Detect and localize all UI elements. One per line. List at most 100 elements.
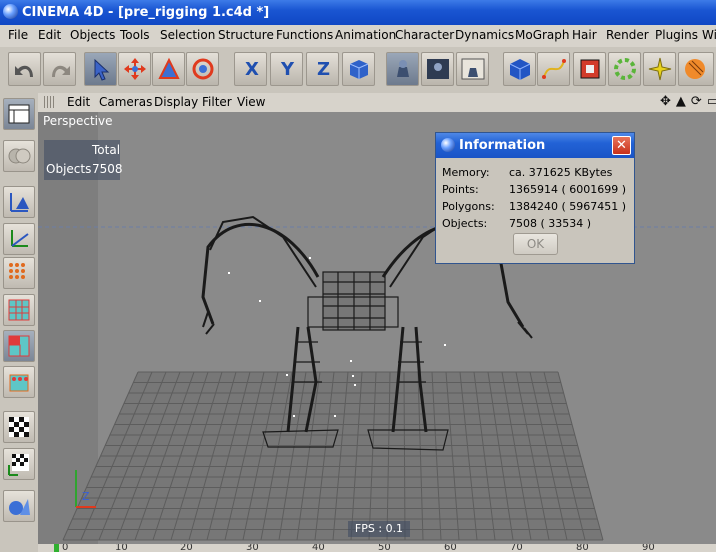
menu-plugins[interactable]: Plugins — [655, 28, 698, 42]
array-button[interactable] — [608, 52, 641, 86]
move-icon — [124, 58, 146, 80]
timeline-playhead[interactable] — [54, 544, 59, 552]
pointer-icon — [94, 58, 110, 81]
nurbs-icon — [580, 59, 600, 79]
information-dialog: Information ✕ Memory: ca. 371625 KBytes … — [435, 132, 635, 264]
texture-icon — [9, 374, 29, 392]
use-model-tool-button[interactable] — [3, 140, 35, 172]
move-tool-button[interactable] — [118, 52, 151, 86]
viewport-menubar: Edit Cameras Display Filter View ✥▲⟳▭ — [38, 93, 716, 113]
menu-selection[interactable]: Selection — [160, 28, 215, 42]
tick-90: 90 — [642, 544, 655, 552]
scene-objects-button[interactable] — [678, 52, 714, 86]
axis-y-label: Y — [281, 59, 295, 80]
undo-icon — [15, 65, 33, 77]
array-icon — [614, 58, 636, 80]
use-edges-tool-button[interactable] — [3, 294, 35, 326]
render-settings-button[interactable] — [456, 52, 489, 86]
layout-button[interactable] — [3, 98, 35, 130]
menu-animation[interactable]: Animation — [335, 28, 396, 42]
menu-file[interactable]: File — [8, 28, 28, 42]
checker-axis-icon — [8, 454, 29, 476]
menu-objects[interactable]: Objects — [70, 28, 115, 42]
svg-text:Z: Z — [82, 490, 90, 503]
floor-grid — [62, 371, 604, 541]
coordinate-system-button[interactable] — [342, 52, 375, 86]
menu-edit[interactable]: Edit — [38, 28, 61, 42]
spline-pen-button[interactable] — [537, 52, 570, 86]
deformer-button[interactable] — [643, 52, 676, 86]
dialog-titlebar[interactable]: Information ✕ — [436, 133, 634, 158]
use-polygons-tool-button[interactable] — [3, 330, 35, 362]
weight-tool-button[interactable] — [3, 490, 35, 522]
tick-70: 70 — [510, 544, 523, 552]
use-object-axis-tool-button[interactable] — [3, 223, 35, 255]
lock-x-axis-button[interactable]: X — [234, 52, 267, 86]
objects-value: 7508 ( 33534 ) — [509, 217, 592, 230]
menu-tools[interactable]: Tools — [120, 28, 150, 42]
clapper-icon — [397, 60, 409, 77]
toolbar-grip[interactable] — [44, 96, 54, 108]
tick-60: 60 — [444, 544, 457, 552]
edges-icon — [8, 299, 30, 321]
lock-z-axis-button[interactable]: Z — [306, 52, 339, 86]
menu-window[interactable]: Wi — [702, 28, 716, 42]
rotate-view-icon[interactable]: ⟳ — [691, 94, 707, 109]
points-icon — [9, 263, 25, 279]
object-axis-icon — [10, 193, 29, 212]
rotate-tool-button[interactable] — [186, 52, 219, 86]
menu-structure[interactable]: Structure — [218, 28, 274, 42]
ok-button[interactable]: OK — [513, 233, 558, 255]
polygons-value: 1384240 ( 5967451 ) — [509, 200, 627, 213]
vp-menu-cameras[interactable]: Cameras — [99, 95, 152, 109]
picture-viewer-icon — [427, 59, 449, 79]
menu-functions[interactable]: Functions — [276, 28, 333, 42]
menu-character[interactable]: Character — [395, 28, 454, 42]
points-value: 1365914 ( 6001699 ) — [509, 183, 627, 196]
tick-20: 20 — [180, 544, 193, 552]
info-icon — [441, 138, 455, 152]
menu-mograph[interactable]: MoGraph — [515, 28, 570, 42]
nurbs-button[interactable] — [573, 52, 606, 86]
close-button[interactable]: ✕ — [612, 136, 631, 155]
menu-hair[interactable]: Hair — [572, 28, 597, 42]
scale-tool-button[interactable] — [152, 52, 185, 86]
object-texture-axis-button[interactable] — [3, 448, 35, 480]
render-view-button[interactable] — [386, 52, 419, 86]
stats-objects-label: Objects — [46, 162, 92, 176]
redo-button[interactable] — [43, 52, 76, 86]
dialog-title: Information — [459, 138, 546, 153]
left-toolbar — [0, 93, 39, 552]
window-title: CINEMA 4D - [pre_rigging 1.c4d *] — [22, 5, 270, 20]
timeline-ruler[interactable]: 0 10 20 30 40 50 60 70 80 90 — [38, 544, 716, 552]
vp-menu-display[interactable]: Display — [154, 95, 198, 109]
render-picture-viewer-button[interactable] — [421, 52, 454, 86]
use-object-tool-button[interactable] — [3, 186, 35, 218]
menu-render[interactable]: Render — [606, 28, 649, 42]
texture-tool-button[interactable] — [3, 366, 35, 398]
memory-label: Memory: — [442, 166, 490, 179]
scale-icon — [158, 57, 180, 79]
undo-button[interactable] — [8, 52, 41, 86]
use-points-tool-button[interactable] — [3, 257, 35, 289]
polygons-label: Polygons: — [442, 200, 495, 213]
sky-icon — [685, 59, 705, 79]
move-view-icon[interactable]: ✥ — [660, 94, 676, 109]
window-titlebar: CINEMA 4D - [pre_rigging 1.c4d *] — [0, 0, 716, 25]
tick-80: 80 — [576, 544, 589, 552]
vp-menu-view[interactable]: View — [237, 95, 265, 109]
cinema4d-app-icon — [3, 4, 18, 19]
select-tool-button[interactable] — [84, 52, 117, 86]
texture-axis-button[interactable] — [3, 411, 35, 443]
vp-menu-filter[interactable]: Filter — [202, 95, 232, 109]
main-menubar: File Edit Objects Tools Selection Struct… — [0, 25, 716, 48]
menu-dynamics[interactable]: Dynamics — [455, 28, 514, 42]
zoom-view-icon[interactable]: ▲ — [676, 94, 691, 109]
checker-icon — [9, 417, 29, 437]
primitive-cube-button[interactable] — [503, 52, 536, 86]
toggle-views-icon[interactable]: ▭ — [707, 94, 716, 109]
vp-menu-edit[interactable]: Edit — [67, 95, 90, 109]
objects-label: Objects: — [442, 217, 488, 230]
lock-y-axis-button[interactable]: Y — [270, 52, 303, 86]
viewport-label[interactable]: Perspective — [43, 114, 113, 128]
